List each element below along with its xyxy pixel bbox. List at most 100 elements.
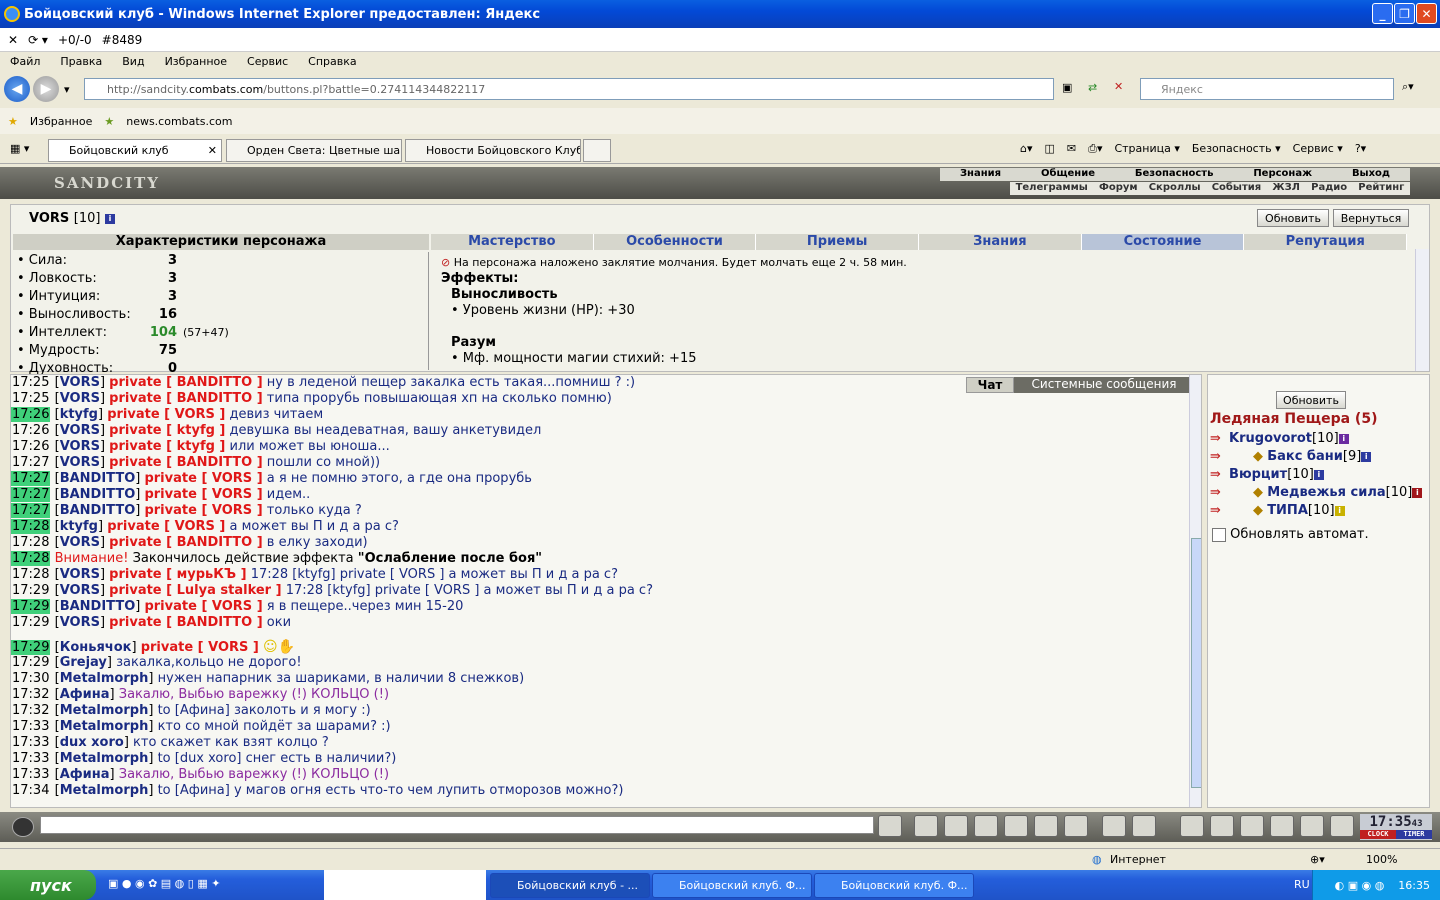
compat-icon[interactable]: ▣ [1062, 81, 1072, 94]
chat-nick[interactable]: VORS [60, 391, 100, 406]
chat-private[interactable]: private [ ktyfg ] [109, 423, 225, 438]
private-arrow-icon[interactable]: ⇛ [1210, 467, 1221, 482]
user-row[interactable]: ⇛ ◆ Медвежья сила[10] i [1210, 485, 1430, 503]
tab-order-light[interactable]: Орден Света: Цветные ша... [226, 139, 402, 162]
submenu-telegrams[interactable]: Телеграммы [1016, 182, 1088, 195]
chat-private[interactable]: private [ BANDITTO ] [109, 375, 262, 390]
user-name[interactable]: Бакс бани [1267, 449, 1343, 464]
chat-time[interactable]: 17:28 [11, 519, 51, 534]
submenu-zhzl[interactable]: ЖЗЛ [1272, 182, 1300, 195]
refresh-icon[interactable]: ⟳ ▾ [28, 33, 48, 47]
chat-nick[interactable]: VORS [60, 615, 100, 630]
tab-state[interactable]: Состояние [1081, 234, 1245, 250]
task-item-2[interactable]: Бойцовский клуб. Ф... [652, 873, 812, 898]
send-icon[interactable] [878, 815, 902, 837]
chat-nick[interactable]: Афина [60, 687, 110, 702]
inventory-icon[interactable] [1180, 815, 1204, 837]
chat-private[interactable]: private [ Lulya stalker ] [109, 583, 281, 598]
chat-private[interactable]: private [ VORS ] [144, 599, 262, 614]
forward-button[interactable]: ▶ [33, 76, 59, 102]
chat-time[interactable]: 17:34 [11, 783, 50, 798]
page-menu[interactable]: Страница ▾ [1114, 142, 1179, 156]
submenu-forum[interactable]: Форум [1099, 182, 1138, 195]
user-row[interactable]: ⇛ ◆ ТИПА[10] i [1210, 503, 1430, 521]
menu-edit[interactable]: Правка [60, 55, 102, 68]
chat-time[interactable]: 17:28 [11, 551, 51, 566]
walk-icon[interactable] [1004, 815, 1028, 837]
sound-icon[interactable] [1064, 815, 1088, 837]
chat-private[interactable]: private [ BANDITTO ] [109, 615, 262, 630]
user-row[interactable]: ⇛ Вюрцит[10] i [1210, 467, 1430, 485]
feeds-icon[interactable]: ◫ [1045, 142, 1055, 156]
stop-icon[interactable]: ✕ [1114, 80, 1123, 93]
tab-reputation[interactable]: Репутация [1244, 234, 1408, 250]
address-input[interactable]: http://sandcity. combats.com/buttons.pl?b… [84, 78, 1054, 100]
quick-tabs-icon[interactable]: ▦ ▾ [10, 142, 29, 155]
user-info-icon[interactable]: i [1313, 469, 1324, 480]
chat-private[interactable]: private [ BANDITTO ] [109, 535, 262, 550]
favorites-button[interactable]: Избранное [30, 115, 92, 128]
menu-file[interactable]: Файл [10, 55, 40, 68]
chat-private[interactable]: private [ VORS ] [107, 519, 225, 534]
favorite-link[interactable]: news.combats.com [126, 115, 232, 128]
user-info-icon[interactable]: i [1412, 487, 1423, 498]
clear-icon[interactable] [914, 815, 938, 837]
chat-nick[interactable]: Metalmorph [60, 751, 149, 766]
chat-time[interactable]: 17:25 [11, 375, 50, 390]
chat-time[interactable]: 17:26 [11, 439, 50, 454]
chat-nick[interactable]: BANDITTO [60, 487, 136, 502]
smile-icon[interactable] [1102, 815, 1126, 837]
chat-time[interactable]: 17:28 [11, 567, 50, 582]
chat-nick[interactable]: VORS [60, 567, 100, 582]
submenu-rating[interactable]: Рейтинг [1358, 182, 1404, 195]
user-name[interactable]: Медвежья сила [1267, 485, 1385, 500]
chat-nick[interactable]: VORS [60, 423, 100, 438]
chat-settings-icon[interactable] [1132, 815, 1156, 837]
auto-refresh-checkbox[interactable] [1212, 527, 1226, 542]
exit-icon[interactable] [1330, 815, 1354, 837]
tab-system-messages[interactable]: Системные сообщения [1014, 377, 1194, 393]
search-input[interactable]: Яндекс [1140, 78, 1394, 100]
chat-time[interactable]: 17:29 [11, 599, 51, 614]
topmenu-communication[interactable]: Общение [1041, 168, 1095, 181]
chat-scrollbar[interactable] [1189, 375, 1201, 807]
effects-scrollbar[interactable] [1415, 249, 1429, 371]
close-tab-icon[interactable]: ✕ [208, 144, 217, 157]
submenu-scrolls[interactable]: Скроллы [1149, 182, 1201, 195]
tab-news[interactable]: Новости Бойцовского Клуб... [405, 139, 581, 162]
chat-private[interactable]: private [ VORS ] [107, 407, 225, 422]
chat-nick[interactable]: BANDITTO [60, 503, 136, 518]
private-arrow-icon[interactable]: ⇛ [1210, 485, 1221, 500]
maximize-button[interactable]: ❐ [1394, 3, 1415, 24]
chat-time[interactable]: 17:27 [11, 503, 51, 518]
tools-menu[interactable]: Сервис ▾ [1293, 142, 1343, 156]
submenu-events[interactable]: События [1212, 182, 1261, 195]
close-window-button[interactable]: ✕ [1416, 3, 1437, 24]
user-row[interactable]: ⇛ ◆ Бакс бани[9] i [1210, 449, 1430, 467]
chat-time[interactable]: 17:33 [11, 719, 50, 734]
user-name[interactable]: Вюрцит [1229, 467, 1287, 482]
topmenu-exit[interactable]: Выход [1352, 168, 1390, 181]
chat-private[interactable]: private [ BANDITTO ] [109, 391, 262, 406]
chat-time[interactable]: 17:27 [11, 487, 51, 502]
chat-time[interactable]: 17:26 [11, 423, 50, 438]
chat-time[interactable]: 17:27 [11, 455, 50, 470]
chat-nick[interactable]: ktyfg [60, 407, 98, 422]
info-icon[interactable]: i [105, 213, 116, 224]
private-arrow-icon[interactable]: ⇛ [1210, 503, 1221, 518]
chat-time[interactable]: 17:30 [11, 671, 50, 686]
map-icon[interactable] [1240, 815, 1264, 837]
tray-icons[interactable]: ◐ ▣ ◉ ◍ [1335, 879, 1385, 892]
chat-time[interactable]: 17:33 [11, 735, 50, 750]
chat-time[interactable]: 17:33 [11, 751, 50, 766]
battle-icon[interactable] [1270, 815, 1294, 837]
chat-nick[interactable]: Афина [60, 767, 110, 782]
quicklaunch-icons[interactable]: ▣ ● ◉ ✿ ▤ ◍ ▯ ▦ ✦ [108, 877, 220, 890]
chat-nick[interactable]: BANDITTO [60, 471, 136, 486]
protected-mode-icon[interactable]: ⊕▾ [1310, 853, 1325, 866]
chat-nick[interactable]: VORS [60, 455, 100, 470]
chat-time[interactable]: 17:27 [11, 471, 51, 486]
chat-private[interactable]: private [ BANDITTO ] [109, 455, 262, 470]
menu-tools[interactable]: Сервис [247, 55, 288, 68]
quest-icon[interactable] [1210, 815, 1234, 837]
